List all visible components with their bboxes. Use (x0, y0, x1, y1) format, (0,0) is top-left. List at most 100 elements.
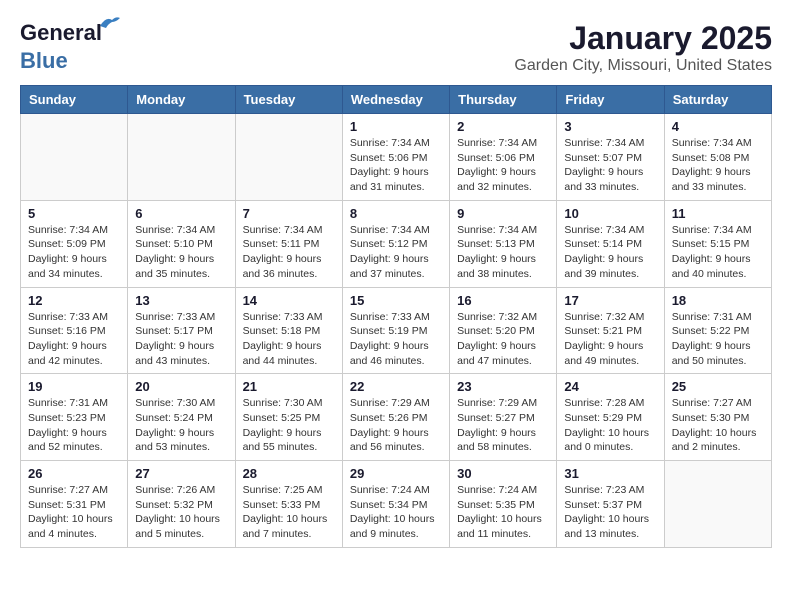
calendar-cell: 2 Sunrise: 7:34 AM Sunset: 5:06 PM Daylig… (450, 114, 557, 201)
day-number: 4 (672, 119, 764, 134)
day-info: Sunrise: 7:33 AM Sunset: 5:16 PM Dayligh… (28, 310, 120, 369)
day-number: 11 (672, 206, 764, 221)
day-info: Sunrise: 7:27 AM Sunset: 5:30 PM Dayligh… (672, 396, 764, 455)
calendar-cell: 1 Sunrise: 7:34 AM Sunset: 5:06 PM Daylig… (342, 114, 449, 201)
day-number: 14 (243, 293, 335, 308)
weekday-header-monday: Monday (128, 86, 235, 114)
weekday-header-friday: Friday (557, 86, 664, 114)
day-number: 7 (243, 206, 335, 221)
calendar-cell: 14Sunrise: 7:33 AM Sunset: 5:18 PM Dayli… (235, 287, 342, 374)
day-number: 25 (672, 379, 764, 394)
day-info: Sunrise: 7:34 AM Sunset: 5:11 PM Dayligh… (243, 223, 335, 282)
day-number: 20 (135, 379, 227, 394)
day-number: 26 (28, 466, 120, 481)
day-number: 8 (350, 206, 442, 221)
calendar-cell: 23 Sunrise: 7:29 AM Sunset: 5:27 PM Dayli… (450, 374, 557, 461)
calendar-week-row: 19Sunrise: 7:31 AM Sunset: 5:23 PM Dayli… (21, 374, 772, 461)
day-info: Sunrise: 7:32 AM Sunset: 5:20 PM Dayligh… (457, 310, 549, 369)
day-info: Sunrise: 7:30 AM Sunset: 5:24 PM Dayligh… (135, 396, 227, 455)
day-number: 6 (135, 206, 227, 221)
day-info: Sunrise: 7:28 AM Sunset: 5:29 PM Dayligh… (564, 396, 656, 455)
day-number: 21 (243, 379, 335, 394)
day-number: 28 (243, 466, 335, 481)
day-number: 5 (28, 206, 120, 221)
weekday-header-wednesday: Wednesday (342, 86, 449, 114)
weekday-header-thursday: Thursday (450, 86, 557, 114)
weekday-header-tuesday: Tuesday (235, 86, 342, 114)
calendar-cell: 20 Sunrise: 7:30 AM Sunset: 5:24 PM Dayli… (128, 374, 235, 461)
day-number: 2 (457, 119, 549, 134)
calendar-cell: 29 Sunrise: 7:24 AM Sunset: 5:34 PM Dayli… (342, 461, 449, 548)
day-info: Sunrise: 7:29 AM Sunset: 5:26 PM Dayligh… (350, 396, 442, 455)
calendar-cell (664, 461, 771, 548)
logo-bird-icon (98, 14, 120, 32)
calendar-cell: 27 Sunrise: 7:26 AM Sunset: 5:32 PM Dayli… (128, 461, 235, 548)
day-info: Sunrise: 7:34 AM Sunset: 5:08 PM Dayligh… (672, 136, 764, 195)
calendar-cell: 10Sunrise: 7:34 AM Sunset: 5:14 PM Dayli… (557, 200, 664, 287)
day-number: 12 (28, 293, 120, 308)
calendar-cell: 4 Sunrise: 7:34 AM Sunset: 5:08 PM Daylig… (664, 114, 771, 201)
day-number: 29 (350, 466, 442, 481)
day-number: 24 (564, 379, 656, 394)
calendar-cell: 30 Sunrise: 7:24 AM Sunset: 5:35 PM Dayli… (450, 461, 557, 548)
day-info: Sunrise: 7:34 AM Sunset: 5:06 PM Dayligh… (457, 136, 549, 195)
calendar-cell: 6 Sunrise: 7:34 AM Sunset: 5:10 PM Daylig… (128, 200, 235, 287)
day-info: Sunrise: 7:24 AM Sunset: 5:34 PM Dayligh… (350, 483, 442, 542)
day-info: Sunrise: 7:34 AM Sunset: 5:06 PM Dayligh… (350, 136, 442, 195)
calendar-cell: 16Sunrise: 7:32 AM Sunset: 5:20 PM Dayli… (450, 287, 557, 374)
title-section: January 2025 Garden City, Missouri, Unit… (514, 20, 772, 75)
day-info: Sunrise: 7:27 AM Sunset: 5:31 PM Dayligh… (28, 483, 120, 542)
calendar-cell: 11Sunrise: 7:34 AM Sunset: 5:15 PM Dayli… (664, 200, 771, 287)
day-info: Sunrise: 7:34 AM Sunset: 5:12 PM Dayligh… (350, 223, 442, 282)
calendar-week-row: 1 Sunrise: 7:34 AM Sunset: 5:06 PM Daylig… (21, 114, 772, 201)
calendar-cell: 8 Sunrise: 7:34 AM Sunset: 5:12 PM Daylig… (342, 200, 449, 287)
day-number: 10 (564, 206, 656, 221)
day-info: Sunrise: 7:33 AM Sunset: 5:19 PM Dayligh… (350, 310, 442, 369)
calendar-week-row: 12 Sunrise: 7:33 AM Sunset: 5:16 PM Dayli… (21, 287, 772, 374)
calendar-cell (128, 114, 235, 201)
calendar-table: SundayMondayTuesdayWednesdayThursdayFrid… (20, 85, 772, 548)
day-info: Sunrise: 7:23 AM Sunset: 5:37 PM Dayligh… (564, 483, 656, 542)
day-info: Sunrise: 7:34 AM Sunset: 5:10 PM Dayligh… (135, 223, 227, 282)
calendar-cell: 24 Sunrise: 7:28 AM Sunset: 5:29 PM Dayli… (557, 374, 664, 461)
calendar-cell: 19Sunrise: 7:31 AM Sunset: 5:23 PM Dayli… (21, 374, 128, 461)
calendar-cell: 12 Sunrise: 7:33 AM Sunset: 5:16 PM Dayli… (21, 287, 128, 374)
calendar-cell: 31 Sunrise: 7:23 AM Sunset: 5:37 PM Dayli… (557, 461, 664, 548)
day-info: Sunrise: 7:34 AM Sunset: 5:07 PM Dayligh… (564, 136, 656, 195)
calendar-cell: 28 Sunrise: 7:25 AM Sunset: 5:33 PM Dayli… (235, 461, 342, 548)
day-number: 23 (457, 379, 549, 394)
month-title: January 2025 (514, 20, 772, 57)
day-info: Sunrise: 7:26 AM Sunset: 5:32 PM Dayligh… (135, 483, 227, 542)
day-number: 27 (135, 466, 227, 481)
day-number: 22 (350, 379, 442, 394)
day-number: 30 (457, 466, 549, 481)
calendar-header-row: SundayMondayTuesdayWednesdayThursdayFrid… (21, 86, 772, 114)
calendar-week-row: 5 Sunrise: 7:34 AM Sunset: 5:09 PM Daylig… (21, 200, 772, 287)
day-info: Sunrise: 7:31 AM Sunset: 5:22 PM Dayligh… (672, 310, 764, 369)
calendar-cell: 7 Sunrise: 7:34 AM Sunset: 5:11 PM Daylig… (235, 200, 342, 287)
day-info: Sunrise: 7:34 AM Sunset: 5:13 PM Dayligh… (457, 223, 549, 282)
calendar-cell (21, 114, 128, 201)
day-info: Sunrise: 7:25 AM Sunset: 5:33 PM Dayligh… (243, 483, 335, 542)
calendar-cell: 15 Sunrise: 7:33 AM Sunset: 5:19 PM Dayli… (342, 287, 449, 374)
calendar-cell: 3 Sunrise: 7:34 AM Sunset: 5:07 PM Daylig… (557, 114, 664, 201)
weekday-header-saturday: Saturday (664, 86, 771, 114)
calendar-cell: 18Sunrise: 7:31 AM Sunset: 5:22 PM Dayli… (664, 287, 771, 374)
day-info: Sunrise: 7:29 AM Sunset: 5:27 PM Dayligh… (457, 396, 549, 455)
calendar-cell: 13Sunrise: 7:33 AM Sunset: 5:17 PM Dayli… (128, 287, 235, 374)
day-number: 17 (564, 293, 656, 308)
calendar-cell: 25 Sunrise: 7:27 AM Sunset: 5:30 PM Dayli… (664, 374, 771, 461)
calendar-week-row: 26 Sunrise: 7:27 AM Sunset: 5:31 PM Dayli… (21, 461, 772, 548)
calendar-cell: 21 Sunrise: 7:30 AM Sunset: 5:25 PM Dayli… (235, 374, 342, 461)
day-info: Sunrise: 7:30 AM Sunset: 5:25 PM Dayligh… (243, 396, 335, 455)
day-number: 31 (564, 466, 656, 481)
logo: General Blue (20, 20, 102, 74)
day-info: Sunrise: 7:34 AM Sunset: 5:09 PM Dayligh… (28, 223, 120, 282)
calendar-cell: 5 Sunrise: 7:34 AM Sunset: 5:09 PM Daylig… (21, 200, 128, 287)
day-number: 13 (135, 293, 227, 308)
location-title: Garden City, Missouri, United States (514, 57, 772, 75)
day-number: 15 (350, 293, 442, 308)
day-info: Sunrise: 7:24 AM Sunset: 5:35 PM Dayligh… (457, 483, 549, 542)
day-number: 3 (564, 119, 656, 134)
day-number: 1 (350, 119, 442, 134)
